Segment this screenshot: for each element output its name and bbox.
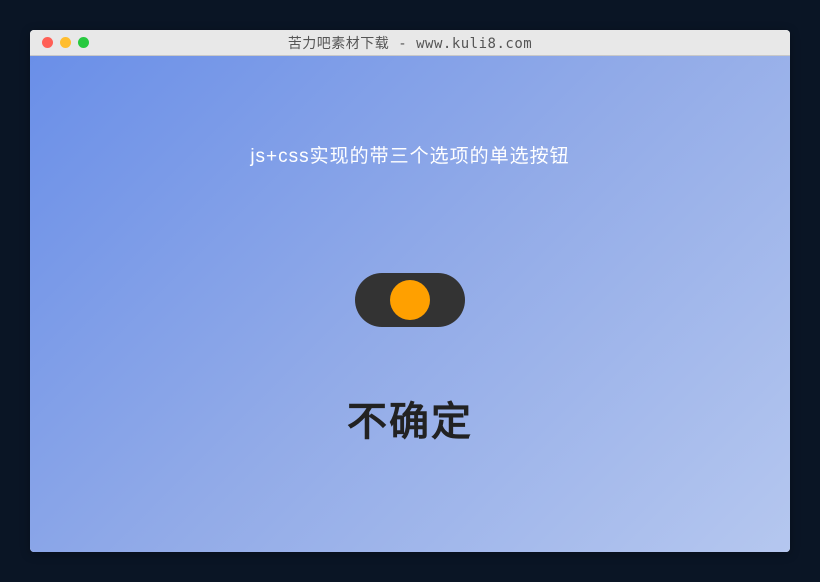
status-label: 不确定 [347, 389, 473, 447]
titlebar: 苦力吧素材下载 - www.kuli8.com [30, 30, 790, 56]
browser-window: 苦力吧素材下载 - www.kuli8.com js+css实现的带三个选项的单… [30, 30, 790, 552]
close-icon[interactable] [42, 37, 53, 48]
three-state-toggle[interactable] [355, 273, 465, 327]
toggle-container [355, 273, 465, 327]
page-heading: js+css实现的带三个选项的单选按钮 [250, 141, 569, 168]
maximize-icon[interactable] [78, 37, 89, 48]
minimize-icon[interactable] [60, 37, 71, 48]
toggle-knob-icon [390, 280, 430, 320]
window-controls [30, 37, 89, 48]
page-content: js+css实现的带三个选项的单选按钮 不确定 [30, 56, 790, 552]
window-title: 苦力吧素材下载 - www.kuli8.com [30, 33, 790, 53]
